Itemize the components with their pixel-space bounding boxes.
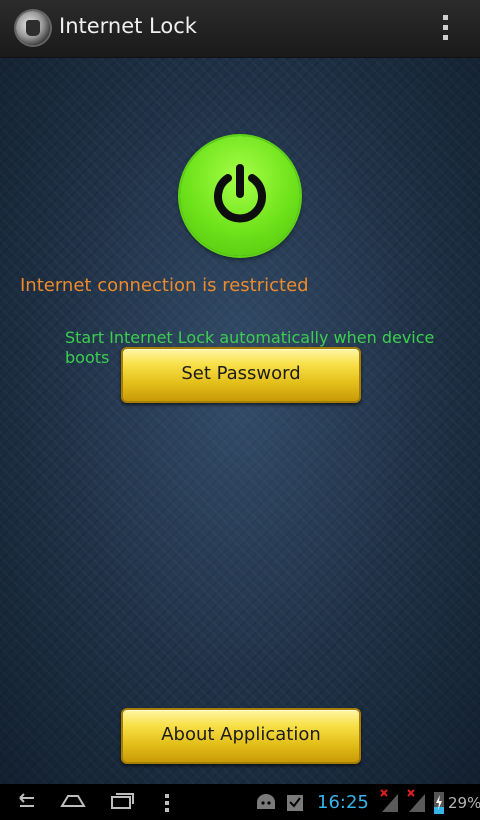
task-notification-icon xyxy=(287,795,303,811)
recent-apps-icon[interactable] xyxy=(108,784,136,820)
about-application-button[interactable]: About Application xyxy=(121,708,361,764)
main-content: Internet connection is restricted Start … xyxy=(0,58,480,784)
set-password-button[interactable]: Set Password xyxy=(121,347,361,403)
home-icon[interactable] xyxy=(58,784,88,820)
power-toggle-button[interactable] xyxy=(180,136,300,256)
menu-icon[interactable] xyxy=(160,784,174,820)
no-signal-icon xyxy=(380,789,398,812)
about-application-label: About Application xyxy=(161,724,321,745)
connection-status-text: Internet connection is restricted xyxy=(20,275,309,296)
battery-percentage: 29% xyxy=(448,794,480,812)
app-logo-icon xyxy=(16,11,50,45)
power-icon xyxy=(214,164,266,223)
action-bar: Internet Lock xyxy=(0,0,480,58)
no-signal-2-icon xyxy=(407,789,425,812)
app-title: Internet Lock xyxy=(59,14,197,38)
system-navigation-bar: 16:25 29% xyxy=(0,784,480,820)
set-password-label: Set Password xyxy=(181,363,301,384)
battery-charging-icon xyxy=(434,792,444,814)
android-notification-icon xyxy=(257,794,275,809)
status-time: 16:25 xyxy=(317,792,369,813)
back-icon[interactable] xyxy=(12,784,38,820)
overflow-menu-icon[interactable] xyxy=(436,13,456,43)
